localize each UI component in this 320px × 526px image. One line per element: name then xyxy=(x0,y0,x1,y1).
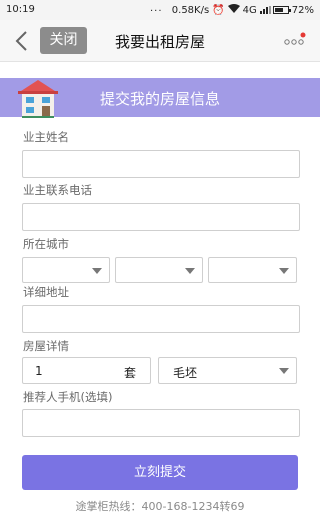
district-select[interactable] xyxy=(208,257,297,283)
owner-name-label: 业主姓名 xyxy=(23,130,69,144)
province-select[interactable] xyxy=(22,257,110,283)
address-input[interactable] xyxy=(22,305,300,333)
referrer-label: 推荐人手机(选填) xyxy=(23,390,113,404)
form-banner: 提交我的房屋信息 xyxy=(0,78,320,118)
nav-bar: 关闭 我要出租房屋 xyxy=(0,20,320,62)
city-select[interactable] xyxy=(115,257,203,283)
battery-percent: 72% xyxy=(291,4,314,16)
chevron-down-icon xyxy=(185,268,195,274)
more-button[interactable] xyxy=(284,32,306,48)
quantity-value: 1 xyxy=(35,364,43,378)
battery-icon xyxy=(272,6,291,14)
referrer-phone-input[interactable] xyxy=(22,409,300,437)
submit-button[interactable]: 立刻提交 xyxy=(22,455,298,490)
page-title: 我要出租房屋 xyxy=(114,33,205,51)
quantity-input[interactable]: 1 套 xyxy=(22,357,151,384)
house-detail-label: 房屋详情 xyxy=(23,339,69,353)
address-label: 详细地址 xyxy=(23,285,69,299)
network-speed: 0.58K/s xyxy=(171,4,210,16)
more-dots-icon xyxy=(284,32,306,45)
banner-title: 提交我的房屋信息 xyxy=(99,90,220,108)
wifi-icon xyxy=(227,4,240,16)
signal-icon xyxy=(259,6,271,14)
status-right: 0.58K/s ⏰ 4G 72% xyxy=(172,4,314,16)
decoration-select[interactable]: 毛坯 xyxy=(158,357,297,384)
status-time: 10:19 xyxy=(6,4,35,15)
network-type: 4G xyxy=(242,4,257,16)
chevron-down-icon xyxy=(279,268,289,274)
owner-phone-input[interactable] xyxy=(22,203,300,231)
city-label: 所在城市 xyxy=(23,237,69,251)
chevron-down-icon xyxy=(92,268,102,274)
owner-phone-label: 业主联系电话 xyxy=(23,183,92,197)
status-bar: 10:19 ... 0.58K/s ⏰ 4G 72% xyxy=(0,0,320,20)
decoration-value: 毛坯 xyxy=(173,366,198,380)
notification-dots: ... xyxy=(150,3,163,14)
owner-name-input[interactable] xyxy=(22,150,300,178)
quantity-unit: 套 xyxy=(123,366,136,380)
alarm-icon: ⏰ xyxy=(212,4,225,16)
hotline-text: 途掌柜热线：400-168-1234转69 xyxy=(75,500,245,513)
chevron-down-icon xyxy=(279,368,289,374)
